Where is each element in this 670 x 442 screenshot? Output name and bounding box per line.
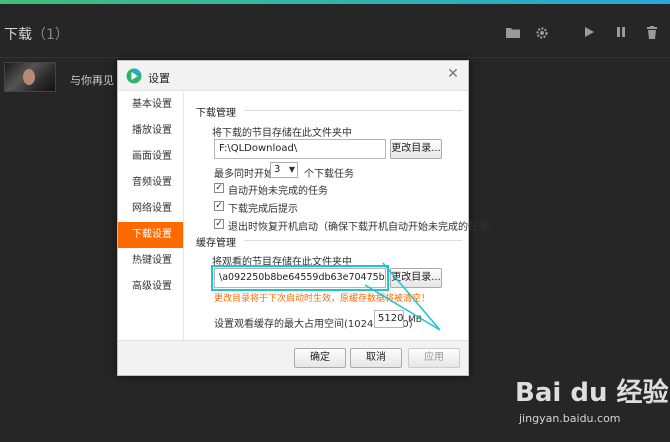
page-title: 下载（1） bbox=[4, 27, 69, 43]
ok-button[interactable]: 确定 bbox=[294, 348, 346, 368]
close-icon[interactable]: ✕ bbox=[446, 67, 460, 81]
dialog-title-bar: 设置 ✕ bbox=[118, 61, 468, 91]
folder-icon[interactable] bbox=[506, 26, 520, 40]
download-change-dir-button[interactable]: 更改目录... bbox=[390, 139, 442, 159]
nav-item-hotkey[interactable]: 热键设置 bbox=[118, 248, 183, 274]
gear-icon[interactable] bbox=[535, 26, 549, 40]
play-icon[interactable] bbox=[582, 26, 596, 40]
nav-item-audio[interactable]: 音频设置 bbox=[118, 170, 183, 196]
settings-content: 下载管理 将下载的节目存储在此文件夹中 F:\QLDownload\ 更改目录.… bbox=[184, 92, 498, 340]
apply-button[interactable]: 应用 bbox=[408, 348, 460, 368]
section-divider bbox=[244, 240, 462, 241]
settings-nav: 基本设置 播放设置 画面设置 音频设置 网络设置 下载设置 热键设置 高级设置 bbox=[118, 92, 184, 340]
max-tasks-prefix: 最多同时开始 bbox=[214, 169, 274, 180]
watermark-brand: Bai du 经验 bbox=[515, 378, 669, 408]
dialog-footer: 确定 取消 应用 bbox=[118, 340, 468, 375]
auto-start-checkbox[interactable]: ✓ bbox=[214, 183, 224, 193]
auto-start-label: 自动开始未完成的任务 bbox=[228, 186, 328, 197]
download-header: 下载（1） bbox=[0, 4, 670, 58]
cache-size-input[interactable]: 5120 bbox=[374, 310, 404, 328]
nav-item-display[interactable]: 画面设置 bbox=[118, 144, 183, 170]
watermark-url: jingyan.baidu.com bbox=[519, 412, 621, 425]
baidu-watermark: Bai du 经验 jingyan.baidu.com bbox=[515, 370, 669, 436]
nav-item-advanced[interactable]: 高级设置 bbox=[118, 274, 183, 300]
cache-change-dir-button[interactable]: 更改目录... bbox=[390, 268, 442, 288]
nav-item-download[interactable]: 下载设置 bbox=[118, 222, 183, 248]
cache-size-unit: MB bbox=[408, 315, 422, 325]
cache-warning: 更改目录将于下次启动时生效，原缓存数据将被清空！ bbox=[214, 294, 431, 304]
nav-item-playback[interactable]: 播放设置 bbox=[118, 118, 183, 144]
section-divider bbox=[244, 110, 462, 111]
chevron-down-icon: ▼ bbox=[288, 165, 295, 174]
max-tasks-select[interactable]: 3 ▼ bbox=[270, 162, 298, 178]
section-cache-heading: 缓存管理 bbox=[196, 238, 236, 249]
trash-icon[interactable] bbox=[645, 26, 659, 40]
download-folder-label: 将下载的节目存储在此文件夹中 bbox=[212, 128, 352, 139]
max-tasks-suffix: 个下载任务 bbox=[304, 169, 354, 180]
download-count: （1） bbox=[32, 27, 69, 43]
download-path-field[interactable]: F:\QLDownload\ bbox=[214, 139, 386, 159]
settings-dialog: 设置 ✕ 基本设置 播放设置 画面设置 音频设置 网络设置 下载设置 热键设置 … bbox=[117, 60, 498, 376]
restore-startup-checkbox[interactable]: ✓ bbox=[214, 219, 224, 229]
restore-startup-label: 退出时恢复开机启动（确保下载开机自动开始未完成的任务） bbox=[228, 222, 498, 233]
app-logo-icon bbox=[126, 68, 142, 84]
section-download-heading: 下载管理 bbox=[196, 108, 236, 119]
pause-icon[interactable] bbox=[614, 26, 628, 40]
nav-item-network[interactable]: 网络设置 bbox=[118, 196, 183, 222]
nav-item-basic[interactable]: 基本设置 bbox=[118, 92, 183, 118]
notify-complete-label: 下载完成后提示 bbox=[228, 204, 298, 215]
notify-complete-checkbox[interactable]: ✓ bbox=[214, 201, 224, 211]
cancel-button[interactable]: 取消 bbox=[350, 348, 402, 368]
dialog-title: 设置 bbox=[148, 72, 170, 85]
video-thumbnail bbox=[4, 62, 56, 92]
highlight-box bbox=[211, 265, 389, 291]
